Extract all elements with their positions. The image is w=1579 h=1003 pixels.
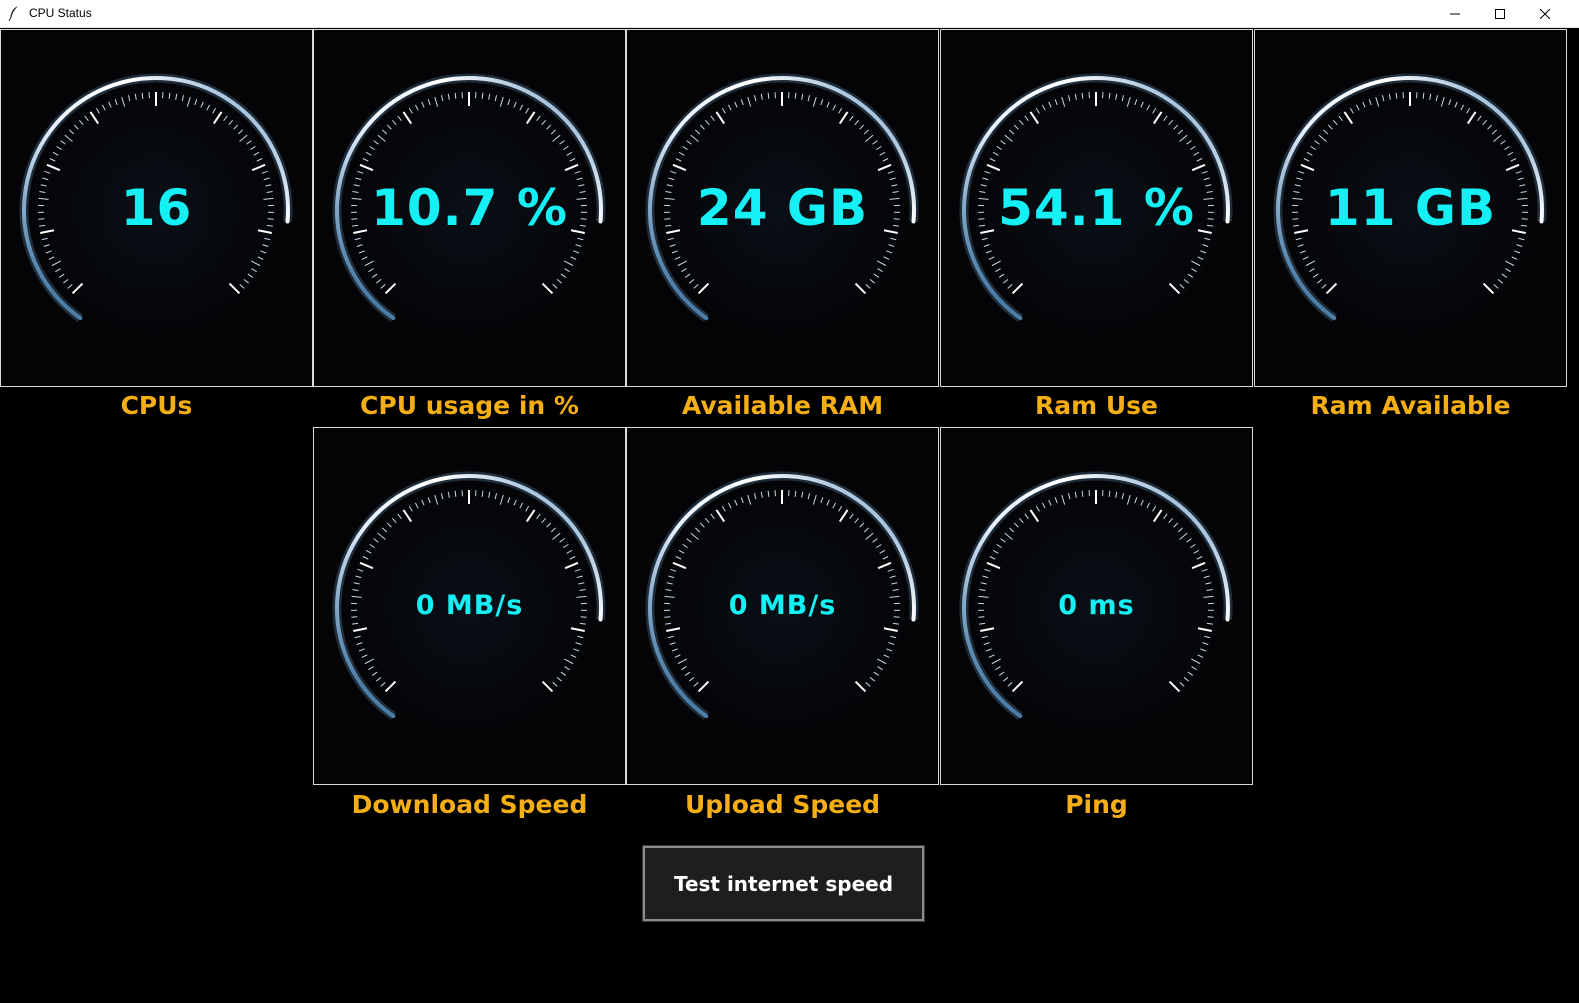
- gauge-label: Download Speed: [351, 790, 588, 819]
- gauge-panel-ram-available: 11 GB: [1254, 29, 1567, 387]
- close-icon: [1540, 9, 1550, 19]
- maximize-button[interactable]: [1477, 0, 1523, 28]
- gauge-panel-download-speed: 0 MB/s: [313, 427, 626, 785]
- gauge-label: CPU usage in %: [360, 391, 579, 420]
- gauge-value: 0 ms: [1058, 590, 1135, 621]
- gauge-label: CPUs: [120, 391, 193, 420]
- gauge-value: 11 GB: [1324, 179, 1497, 237]
- minimize-icon: [1450, 13, 1460, 15]
- gauge-value: 54.1 %: [998, 179, 1195, 237]
- window-title: CPU Status: [29, 6, 92, 20]
- gauge-panel-cpu-usage: 10.7 %: [313, 29, 626, 387]
- gauge-label: Upload Speed: [684, 790, 881, 819]
- gauge-value: 16: [120, 179, 193, 237]
- gauge-value: 10.7 %: [371, 179, 568, 237]
- minimize-button[interactable]: [1432, 0, 1478, 28]
- feather-icon: [8, 6, 18, 21]
- gauge-label: Available RAM: [681, 391, 884, 420]
- gauge-panel-upload-speed: 0 MB/s: [626, 427, 939, 785]
- gauge-value: 0 MB/s: [728, 590, 837, 621]
- gauge-value: 24 GB: [696, 179, 869, 237]
- gauge-label: Ram Use: [1034, 391, 1158, 420]
- gauge-label: Ram Available: [1310, 391, 1511, 420]
- gauge-panel-available-ram: 24 GB: [626, 29, 939, 387]
- gauge-panel-ram-use: 54.1 %: [940, 29, 1253, 387]
- gauge-value: 0 MB/s: [415, 590, 524, 621]
- gauge-panel-cpus: 16: [0, 29, 313, 387]
- test-internet-speed-button[interactable]: Test internet speed: [642, 845, 925, 922]
- title-bar: CPU Status: [0, 0, 1579, 28]
- maximize-icon: [1495, 9, 1505, 19]
- gauge-label: Ping: [1065, 790, 1128, 819]
- gauge-panel-ping: 0 ms: [940, 427, 1253, 785]
- close-button[interactable]: [1522, 0, 1568, 28]
- dashboard: 16 CPUs 10.7 % CPU usage in % 24 GB Avai…: [0, 28, 1579, 1003]
